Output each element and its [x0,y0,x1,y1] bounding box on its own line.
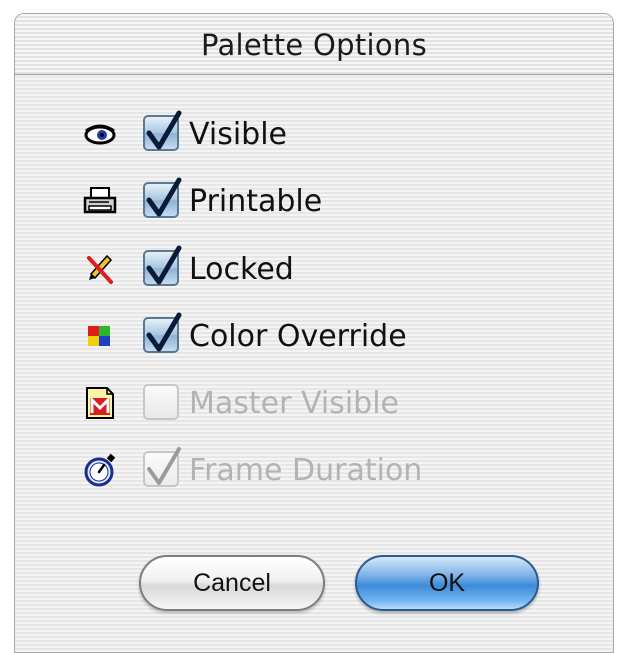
color-override-checkbox[interactable] [143,312,182,353]
option-row-visible: Visible [81,107,561,161]
frame-duration-checkbox[interactable] [143,447,181,487]
option-row-color-override: Color Override [81,309,561,363]
visible-label[interactable]: Visible [189,117,287,152]
stopwatch-icon [81,451,119,489]
eye-icon [81,115,119,153]
frame-duration-label: Frame Duration [189,453,423,488]
locked-label[interactable]: Locked [189,252,294,287]
master-page-icon [81,384,119,422]
master-visible-label: Master Visible [189,386,399,421]
ok-button[interactable]: OK [355,555,539,611]
color-override-label[interactable]: Color Override [189,319,407,354]
printable-checkbox[interactable] [143,177,182,218]
option-row-printable: Printable [81,174,561,228]
locked-checkbox[interactable] [143,245,182,286]
color-squares-icon [81,317,119,355]
option-row-master-visible: Master Visible [81,376,561,430]
crossed-pencil-icon [81,250,119,288]
master-visible-checkbox[interactable] [143,384,179,420]
printable-label[interactable]: Printable [189,184,322,219]
cancel-button[interactable]: Cancel [139,555,325,611]
option-row-frame-duration: Frame Duration [81,443,561,497]
title-bar[interactable]: Palette Options [15,14,613,75]
dialog-title: Palette Options [200,28,428,62]
option-row-locked: Locked [81,242,561,296]
visible-checkbox[interactable] [143,110,182,151]
palette-options-dialog: Palette Options Visible Printable Locked… [14,13,614,653]
printer-icon [81,182,119,220]
